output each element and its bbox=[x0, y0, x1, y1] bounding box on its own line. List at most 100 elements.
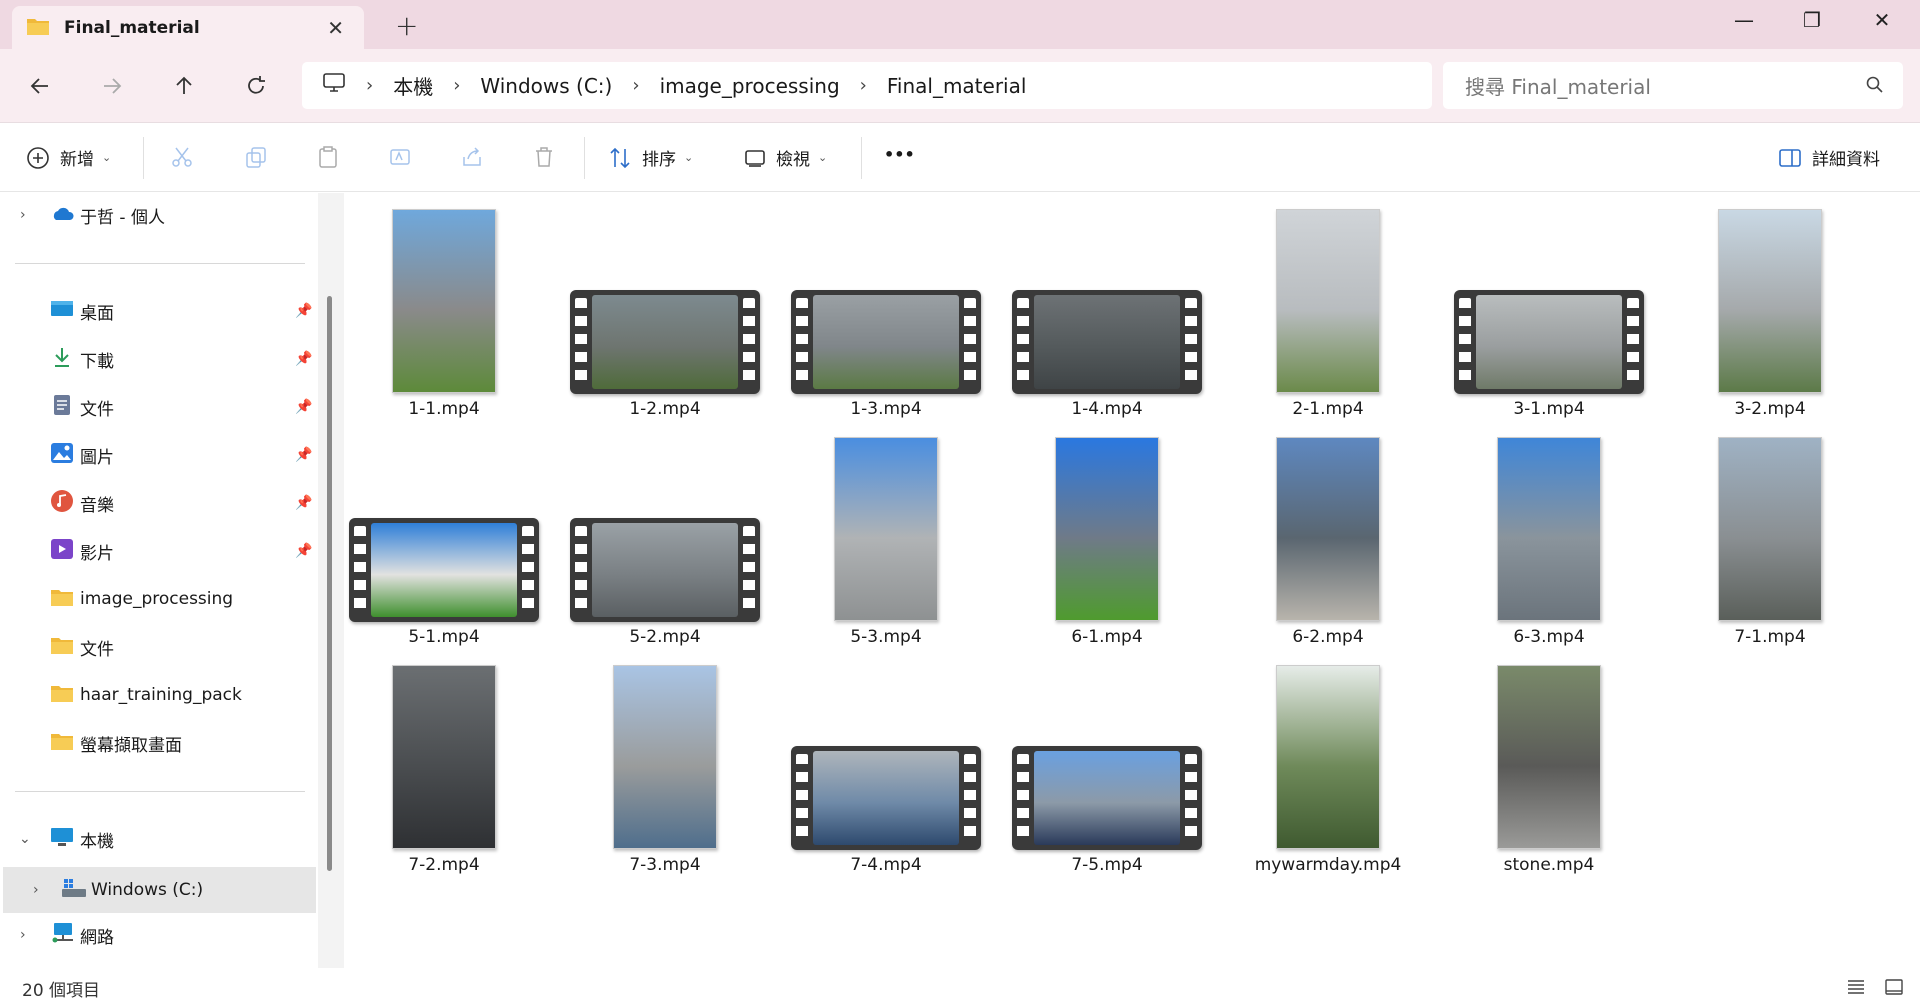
video-thumbnail bbox=[392, 665, 496, 849]
sidebar-item-screenshots[interactable]: 螢幕擷取畫面 bbox=[0, 723, 316, 763]
search-box[interactable]: 搜尋 Final_material bbox=[1443, 62, 1903, 109]
sidebar-item-this-pc[interactable]: ⌄ 本機 bbox=[0, 819, 316, 859]
folder-icon bbox=[50, 587, 74, 612]
sidebar-item-network[interactable]: › 網路 bbox=[0, 915, 316, 955]
up-button[interactable] bbox=[164, 66, 204, 106]
film-holes bbox=[796, 754, 808, 842]
chevron-down-icon: ⌄ bbox=[102, 151, 112, 164]
close-button[interactable]: ✕ bbox=[1862, 8, 1902, 32]
computer-icon bbox=[50, 826, 74, 853]
search-input[interactable]: 搜尋 Final_material bbox=[1465, 71, 1651, 100]
breadcrumb-this-pc[interactable]: 本機 bbox=[393, 71, 433, 100]
sidebar-item-downloads[interactable]: 下載 📌 bbox=[0, 339, 316, 379]
arrow-right-icon bbox=[104, 78, 122, 94]
tab-close-icon[interactable]: ✕ bbox=[327, 16, 344, 40]
sidebar-item-onedrive[interactable]: › 于哲 - 個人 bbox=[0, 195, 316, 235]
details-view-icon[interactable] bbox=[1846, 978, 1866, 1000]
film-holes bbox=[1459, 298, 1471, 386]
file-item[interactable]: 7-4.mp4 bbox=[786, 649, 986, 875]
file-item[interactable]: 6-3.mp4 bbox=[1449, 421, 1649, 647]
sidebar-item-label: 圖片 bbox=[80, 447, 114, 468]
file-item[interactable]: stone.mp4 bbox=[1449, 649, 1649, 875]
sort-button[interactable]: 排序 ⌄ bbox=[608, 145, 693, 170]
file-item[interactable]: 1-1.mp4 bbox=[344, 193, 544, 419]
file-name: 5-2.mp4 bbox=[629, 627, 701, 647]
file-name: stone.mp4 bbox=[1503, 855, 1595, 875]
breadcrumb-image-processing[interactable]: image_processing bbox=[660, 74, 840, 98]
file-name: 2-1.mp4 bbox=[1292, 399, 1364, 419]
file-item[interactable]: 6-1.mp4 bbox=[1007, 421, 1207, 647]
divider bbox=[15, 263, 305, 264]
sidebar-item-music[interactable]: 音樂 📌 bbox=[0, 483, 316, 523]
video-thumbnail bbox=[613, 665, 717, 849]
tab-final-material[interactable]: Final_material ✕ bbox=[12, 6, 364, 49]
file-item[interactable]: 5-3.mp4 bbox=[786, 421, 986, 647]
file-item[interactable]: 6-2.mp4 bbox=[1228, 421, 1428, 647]
chevron-right-icon[interactable]: › bbox=[33, 882, 39, 898]
sidebar-scrollbar-thumb[interactable] bbox=[327, 296, 332, 871]
sidebar-item-image-processing[interactable]: image_processing bbox=[0, 579, 316, 619]
sidebar-item-windows-c[interactable]: › Windows (C:) bbox=[3, 867, 316, 913]
rename-icon[interactable] bbox=[388, 145, 412, 173]
share-icon[interactable] bbox=[460, 145, 484, 173]
tiles-view-icon[interactable] bbox=[1884, 978, 1904, 1000]
maximize-button[interactable]: ❐ bbox=[1792, 8, 1832, 32]
file-item[interactable]: 7-1.mp4 bbox=[1670, 421, 1870, 647]
pin-icon: 📌 bbox=[295, 543, 313, 559]
file-item[interactable]: 3-1.mp4 bbox=[1449, 193, 1649, 419]
breadcrumb-windows-c[interactable]: Windows (C:) bbox=[480, 74, 612, 98]
file-item[interactable]: 1-4.mp4 bbox=[1007, 193, 1207, 419]
new-button[interactable]: 新增 ⌄ bbox=[26, 145, 111, 170]
file-item[interactable]: 5-2.mp4 bbox=[565, 421, 765, 647]
cut-icon[interactable] bbox=[170, 145, 194, 173]
chevron-down-icon[interactable]: ⌄ bbox=[19, 831, 31, 847]
forward-button[interactable] bbox=[92, 66, 132, 106]
file-name: 5-3.mp4 bbox=[850, 627, 922, 647]
copy-icon[interactable] bbox=[244, 145, 268, 173]
folder-icon bbox=[50, 635, 74, 660]
minimize-button[interactable]: — bbox=[1724, 8, 1764, 32]
file-item[interactable]: 7-2.mp4 bbox=[344, 649, 544, 875]
file-item[interactable]: 7-5.mp4 bbox=[1007, 649, 1207, 875]
sidebar-item-videos[interactable]: 影片 📌 bbox=[0, 531, 316, 571]
sidebar-item-label: 螢幕擷取畫面 bbox=[80, 735, 182, 756]
new-tab-button[interactable]: + bbox=[395, 9, 418, 42]
chevron-right-icon[interactable]: › bbox=[20, 207, 26, 223]
delete-icon[interactable] bbox=[532, 145, 556, 173]
network-icon bbox=[50, 922, 76, 949]
view-button[interactable]: 檢視 ⌄ bbox=[744, 145, 827, 170]
sidebar-item-haar-training-pack[interactable]: haar_training_pack bbox=[0, 675, 316, 715]
chevron-right-icon[interactable]: › bbox=[20, 927, 26, 943]
file-name: 7-1.mp4 bbox=[1734, 627, 1806, 647]
video-frame bbox=[1034, 295, 1180, 389]
file-item[interactable]: 1-3.mp4 bbox=[786, 193, 986, 419]
folder-icon bbox=[50, 731, 74, 756]
breadcrumb-final-material[interactable]: Final_material bbox=[887, 74, 1027, 98]
sidebar-item-documents[interactable]: 文件 📌 bbox=[0, 387, 316, 427]
file-item[interactable]: mywarmday.mp4 bbox=[1228, 649, 1428, 875]
sidebar-item-desktop[interactable]: 桌面 📌 bbox=[0, 291, 316, 331]
sidebar-item-label: 桌面 bbox=[80, 303, 114, 324]
address-bar[interactable]: › 本機 › Windows (C:) › image_processing ›… bbox=[302, 62, 1432, 109]
film-holes bbox=[1017, 298, 1029, 386]
file-item[interactable]: 3-2.mp4 bbox=[1670, 193, 1870, 419]
file-name: 1-1.mp4 bbox=[408, 399, 480, 419]
refresh-button[interactable] bbox=[236, 66, 276, 106]
file-item[interactable]: 2-1.mp4 bbox=[1228, 193, 1428, 419]
document-icon bbox=[52, 394, 72, 421]
sidebar-item-pictures[interactable]: 圖片 📌 bbox=[0, 435, 316, 475]
video-frame bbox=[813, 751, 959, 845]
details-pane-button[interactable]: 詳細資料 bbox=[1778, 145, 1880, 170]
file-item[interactable]: 5-1.mp4 bbox=[344, 421, 544, 647]
sort-label: 排序 bbox=[642, 150, 676, 170]
film-strip-thumbnail bbox=[791, 746, 981, 850]
desktop-icon bbox=[50, 299, 74, 324]
sidebar-item-label: 本機 bbox=[80, 831, 114, 852]
file-item[interactable]: 7-3.mp4 bbox=[565, 649, 765, 875]
back-button[interactable] bbox=[20, 66, 60, 106]
music-icon bbox=[50, 489, 74, 518]
sidebar-item-documents-folder[interactable]: 文件 bbox=[0, 627, 316, 667]
more-options-button[interactable]: ••• bbox=[884, 145, 915, 164]
file-item[interactable]: 1-2.mp4 bbox=[565, 193, 765, 419]
paste-icon[interactable] bbox=[316, 145, 340, 173]
